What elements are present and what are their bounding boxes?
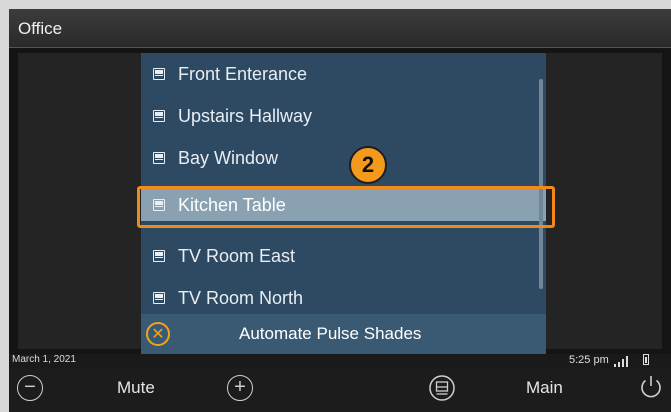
automate-bar[interactable]: ✕ Automate Pulse Shades <box>141 314 546 354</box>
list-item-label: TV Room North <box>178 287 304 308</box>
shade-list-panel: Front Enterance Upstairs Hallway Bay Win… <box>141 53 546 353</box>
title-bar: Office <box>9 9 671 48</box>
control-bar: − Mute + Main <box>9 368 671 412</box>
list-item-tv-room-east[interactable]: TV Room East <box>141 235 546 277</box>
main-button[interactable]: Main <box>526 378 563 398</box>
power-icon[interactable] <box>637 373 665 401</box>
list-item-bay-window[interactable]: Bay Window <box>141 137 546 179</box>
list-item-label: TV Room East <box>178 245 296 266</box>
callout-badge: 2 <box>349 146 387 184</box>
status-bar: March 1, 2021 5:25 pm <box>9 354 671 368</box>
volume-down-icon[interactable]: − <box>17 375 43 401</box>
mute-button[interactable]: Mute <box>117 378 155 398</box>
volume-up-icon[interactable]: + <box>227 375 253 401</box>
status-date: March 1, 2021 <box>12 354 76 365</box>
list-item-kitchen-table[interactable]: Kitchen Table <box>141 189 546 221</box>
list-item-front-enterance[interactable]: Front Enterance <box>141 53 546 95</box>
list-item-label: Upstairs Hallway <box>178 105 313 126</box>
battery-icon <box>643 354 649 365</box>
signal-icon <box>614 356 628 367</box>
list-item-label: Kitchen Table <box>178 194 286 215</box>
status-time: 5:25 pm <box>569 354 609 366</box>
shade-icon <box>153 152 165 164</box>
automate-label: Automate Pulse Shades <box>239 324 422 343</box>
shade-icon <box>153 110 165 122</box>
shade-icon <box>153 250 165 262</box>
list-item-label: Bay Window <box>178 147 279 168</box>
shade-icon <box>153 199 165 211</box>
shade-icon <box>153 68 165 80</box>
list-item-label: Front Enterance <box>178 63 308 84</box>
list-scrollbar[interactable] <box>539 79 543 289</box>
close-circle-icon[interactable]: ✕ <box>146 322 170 346</box>
page-title: Office <box>18 19 63 38</box>
background-panel-right <box>546 53 662 349</box>
background-panel-left <box>18 53 142 349</box>
list-item-tv-room-north[interactable]: TV Room North <box>141 277 546 319</box>
shade-icon[interactable] <box>429 375 455 401</box>
device-screen: Office Front Enterance Upstairs Hallway … <box>9 9 671 412</box>
shade-icon <box>153 292 165 304</box>
list-item-upstairs-hallway[interactable]: Upstairs Hallway <box>141 95 546 137</box>
